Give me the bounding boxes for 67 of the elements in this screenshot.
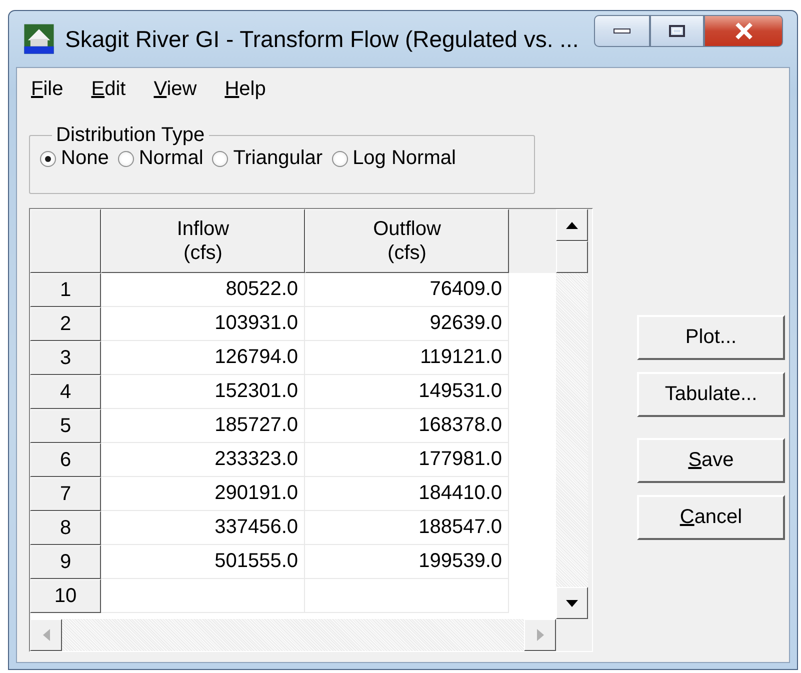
column-header[interactable]: Outflow (cfs) bbox=[305, 209, 509, 273]
table-cell[interactable]: 76409.0 bbox=[305, 273, 509, 307]
row-header[interactable]: 4 bbox=[30, 375, 101, 409]
row-header[interactable]: 10 bbox=[30, 579, 101, 613]
row-header[interactable]: 1 bbox=[30, 273, 101, 307]
menu-item[interactable]: Help bbox=[224, 78, 267, 100]
row-header[interactable]: 2 bbox=[30, 307, 101, 341]
scroll-right-button[interactable] bbox=[524, 619, 556, 651]
table-cell[interactable]: 185727.0 bbox=[101, 409, 305, 443]
row-header[interactable]: 6 bbox=[30, 443, 101, 477]
dialog-button[interactable]: Tabulate... bbox=[637, 372, 785, 417]
table-cell[interactable]: 199539.0 bbox=[305, 545, 509, 579]
table-cell[interactable]: 103931.0 bbox=[101, 307, 305, 341]
down-arrow-icon bbox=[566, 600, 578, 606]
table-cell[interactable]: 233323.0 bbox=[101, 443, 305, 477]
radio-option[interactable]: Normal bbox=[118, 147, 204, 170]
table-cell[interactable]: 168378.0 bbox=[305, 409, 509, 443]
table-cell[interactable]: 149531.0 bbox=[305, 375, 509, 409]
minimize-icon bbox=[613, 27, 631, 35]
row-header[interactable]: 8 bbox=[30, 511, 101, 545]
group-label: Distribution Type bbox=[55, 124, 206, 147]
table-cell[interactable]: 152301.0 bbox=[101, 375, 305, 409]
radio-button[interactable] bbox=[40, 150, 56, 166]
row-header[interactable]: 5 bbox=[30, 409, 101, 443]
left-arrow-icon bbox=[42, 629, 50, 641]
menu-item[interactable]: View bbox=[152, 78, 198, 100]
app-icon bbox=[23, 23, 55, 55]
scroll-down-button[interactable] bbox=[556, 587, 588, 619]
table-cell[interactable]: 188547.0 bbox=[305, 511, 509, 545]
row-header[interactable]: 3 bbox=[30, 341, 101, 375]
up-arrow-icon bbox=[566, 222, 578, 228]
table-cell[interactable]: 177981.0 bbox=[305, 443, 509, 477]
scroll-up-button[interactable] bbox=[556, 209, 588, 241]
dialog-button[interactable]: Cancel bbox=[637, 495, 785, 540]
table-cell[interactable]: 126794.0 bbox=[101, 341, 305, 375]
menu-item[interactable]: File bbox=[30, 78, 64, 100]
menu-item[interactable]: Edit bbox=[90, 78, 127, 100]
row-header[interactable]: 9 bbox=[30, 545, 101, 579]
maximize-button[interactable] bbox=[650, 15, 704, 47]
table-cell[interactable]: 184410.0 bbox=[305, 477, 509, 511]
table-cell[interactable]: 92639.0 bbox=[305, 307, 509, 341]
vertical-scrollbar[interactable] bbox=[556, 209, 588, 619]
close-button[interactable] bbox=[704, 15, 783, 47]
horizontal-scrollbar[interactable] bbox=[30, 619, 556, 651]
radio-button[interactable] bbox=[212, 150, 228, 166]
minimize-button[interactable] bbox=[594, 15, 650, 47]
table-cell[interactable]: 337456.0 bbox=[101, 511, 305, 545]
maximize-icon bbox=[668, 24, 686, 38]
radio-option[interactable]: Log Normal bbox=[332, 147, 456, 170]
dialog-button[interactable]: Save bbox=[637, 438, 785, 483]
row-header[interactable]: 7 bbox=[30, 477, 101, 511]
close-icon bbox=[734, 22, 754, 40]
scroll-left-button[interactable] bbox=[30, 619, 62, 651]
table-cell[interactable] bbox=[101, 579, 305, 613]
table-cell[interactable]: 80522.0 bbox=[101, 273, 305, 307]
table-cell[interactable]: 290191.0 bbox=[101, 477, 305, 511]
window-title: Skagit River GI - Transform Flow (Regulated vs. ... bbox=[65, 26, 580, 52]
column-header[interactable]: Inflow (cfs) bbox=[101, 209, 305, 273]
radio-option[interactable]: Triangular bbox=[212, 147, 323, 170]
radio-button[interactable] bbox=[118, 150, 134, 166]
right-arrow-icon bbox=[536, 629, 544, 641]
table-cell[interactable]: 501555.0 bbox=[101, 545, 305, 579]
table-cell[interactable]: 119121.0 bbox=[305, 341, 509, 375]
dialog-button[interactable]: Plot... bbox=[637, 315, 785, 360]
radio-button[interactable] bbox=[332, 150, 348, 166]
scroll-thumb[interactable] bbox=[556, 241, 588, 273]
radio-option[interactable]: None bbox=[40, 147, 109, 170]
